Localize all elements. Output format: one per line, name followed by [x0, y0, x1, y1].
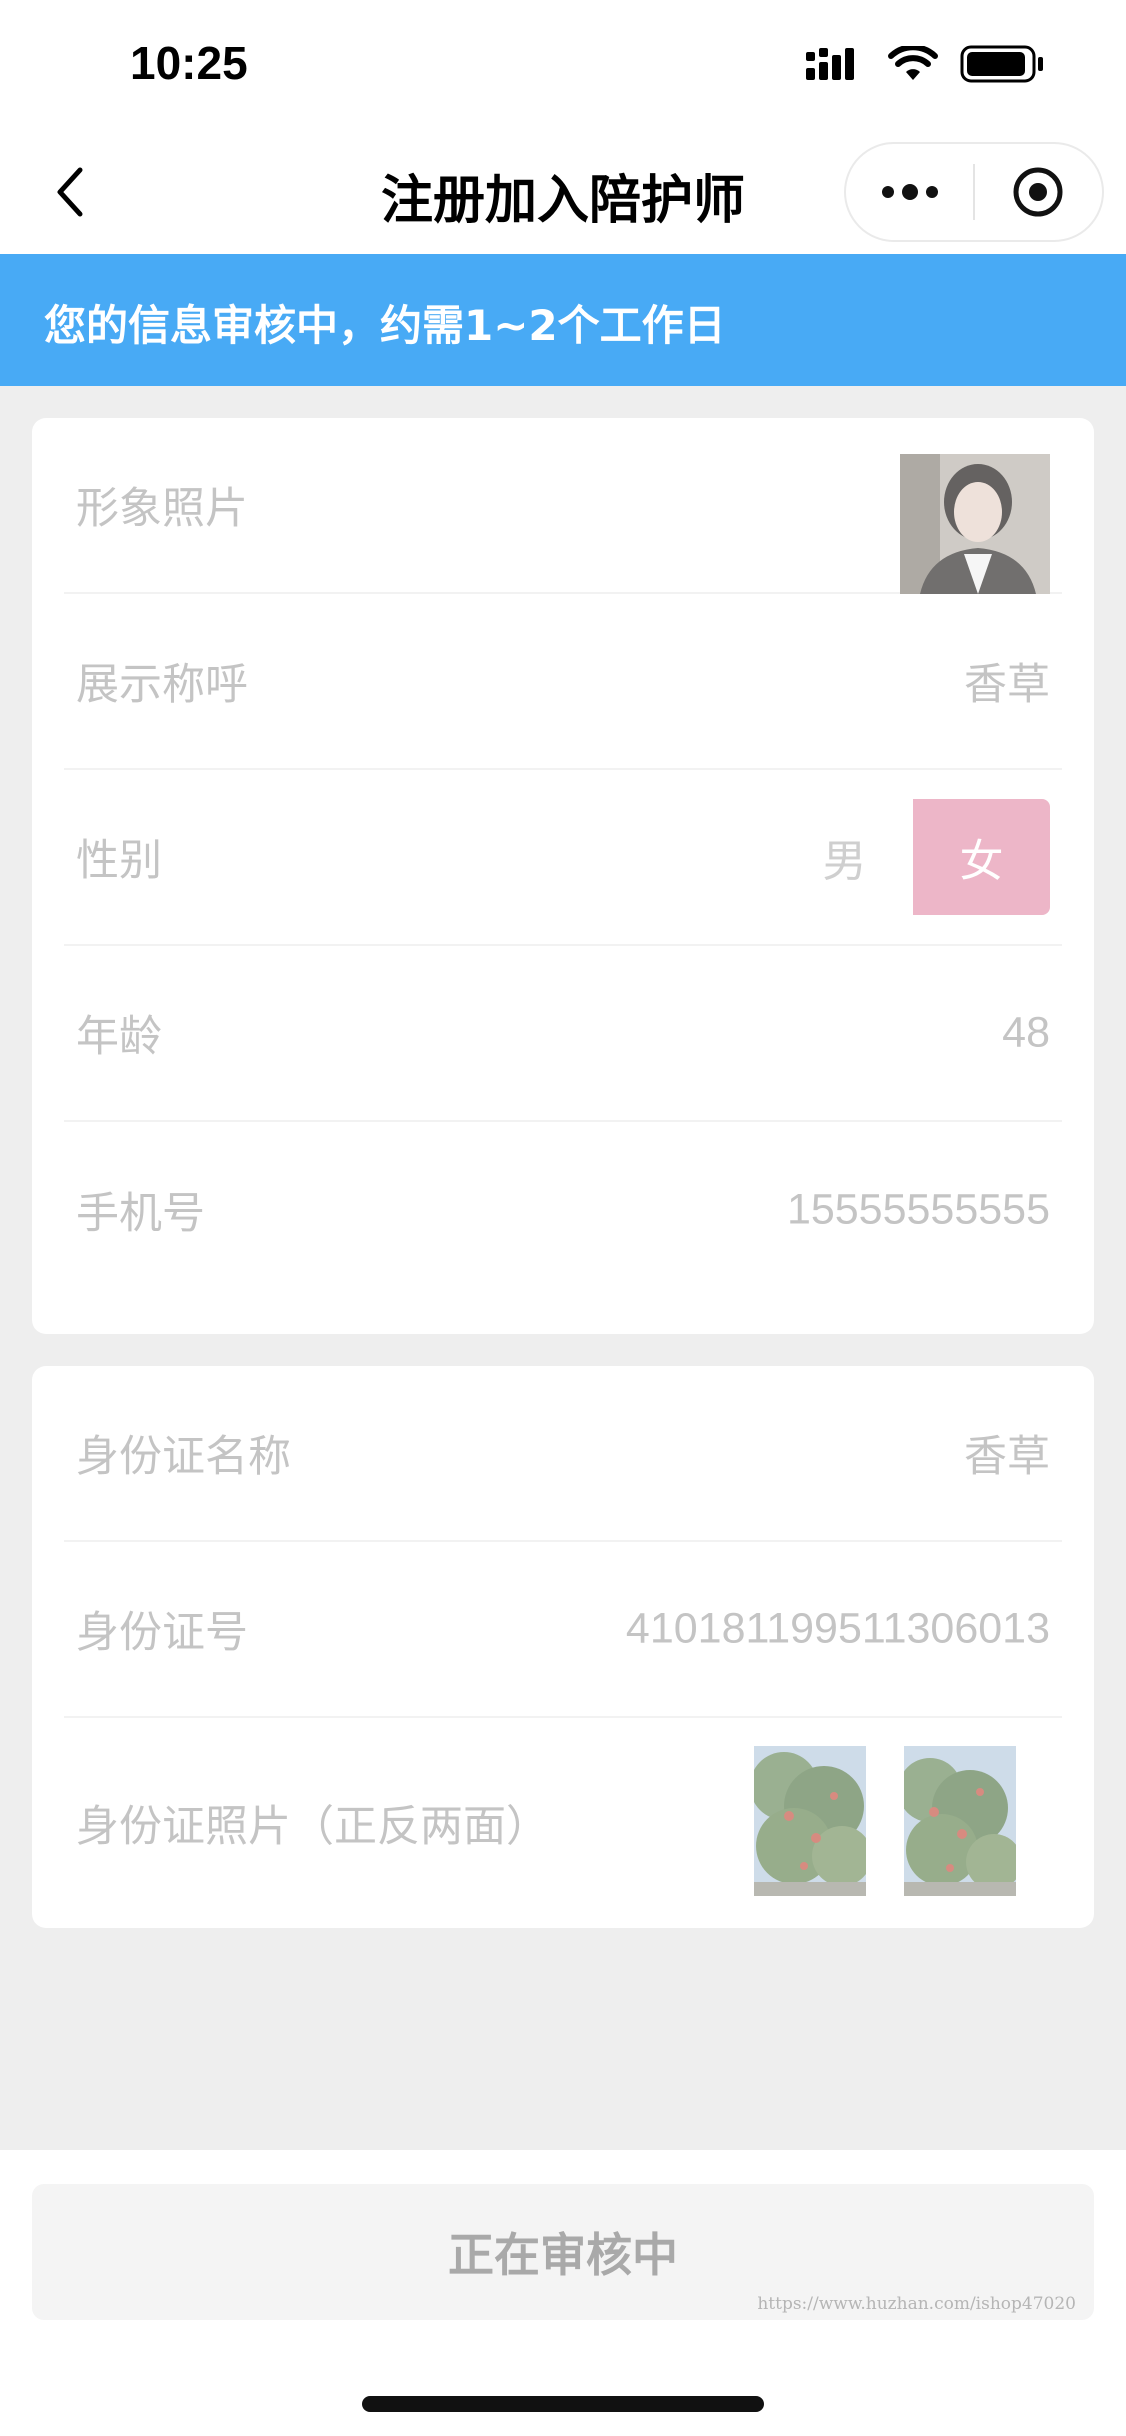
phone-value: 15555555555	[786, 1185, 1050, 1234]
signal-icon	[806, 48, 854, 80]
more-dots-icon	[881, 184, 938, 200]
battery-icon	[960, 45, 1043, 83]
status-bar: 10:25	[0, 0, 1126, 130]
id-number-label: 身份证号	[76, 1608, 248, 1658]
phone-label: 手机号	[76, 1189, 205, 1239]
target-close-icon	[1013, 167, 1063, 217]
nickname-row: 展示称呼 香草	[64, 594, 1062, 770]
id-front-image	[754, 1746, 866, 1896]
id-photo-front[interactable]	[754, 1746, 866, 1896]
portrait-image	[900, 454, 1050, 594]
nav-bar: 注册加入陪护师	[0, 130, 1126, 254]
gender-toggle: 男 女	[776, 799, 1050, 915]
profile-card: 形象照片 展示称呼 香草 性别 男 女 年龄 48 手机号 1555555555…	[32, 418, 1094, 1334]
id-name-row: 身份证名称 香草	[64, 1366, 1062, 1542]
nickname-label: 展示称呼	[76, 660, 248, 710]
close-mini-program-button[interactable]	[975, 144, 1102, 240]
id-back-image	[904, 1746, 1016, 1896]
nickname-value: 香草	[964, 660, 1050, 710]
age-row: 年龄 48	[64, 946, 1062, 1122]
id-number-row: 身份证号 410181199511306013	[64, 1542, 1062, 1718]
profile-photo[interactable]	[900, 454, 1050, 594]
id-number-value: 410181199511306013	[625, 1604, 1050, 1653]
photo-row: 形象照片	[64, 418, 1062, 594]
watermark-text: https://www.huzhan.com/ishop47020	[757, 2294, 1076, 2314]
bottom-action-bar: 正在审核中 https://www.huzhan.com/ishop47020	[0, 2150, 1126, 2436]
id-photos-row: 身份证照片（正反两面）	[64, 1718, 1062, 1928]
id-name-label: 身份证名称	[76, 1432, 291, 1482]
review-notice-banner: 您的信息审核中，约需1~2个工作日	[0, 254, 1126, 386]
gender-option-male[interactable]: 男	[776, 799, 913, 915]
id-name-value: 香草	[964, 1432, 1050, 1482]
id-photos-label: 身份证照片（正反两面）	[76, 1802, 549, 1852]
photo-label: 形象照片	[76, 484, 248, 534]
status-time: 10:25	[130, 37, 248, 89]
gender-row: 性别 男 女	[64, 770, 1062, 946]
phone-row: 手机号 15555555555	[64, 1122, 1062, 1298]
id-photo-back[interactable]	[904, 1746, 1016, 1896]
notice-text: 您的信息审核中，约需1~2个工作日	[44, 301, 726, 350]
identity-card: 身份证名称 香草 身份证号 410181199511306013 身份证照片（正…	[32, 1366, 1094, 1928]
more-button[interactable]	[846, 144, 973, 240]
status-icons	[806, 44, 1046, 84]
wifi-icon	[888, 46, 938, 80]
gender-option-female[interactable]: 女	[913, 799, 1050, 915]
gender-label: 性别	[76, 836, 162, 886]
mini-program-capsule	[844, 142, 1104, 242]
home-indicator[interactable]	[362, 2396, 764, 2412]
age-label: 年龄	[76, 1012, 162, 1062]
age-value: 48	[1002, 1008, 1050, 1057]
